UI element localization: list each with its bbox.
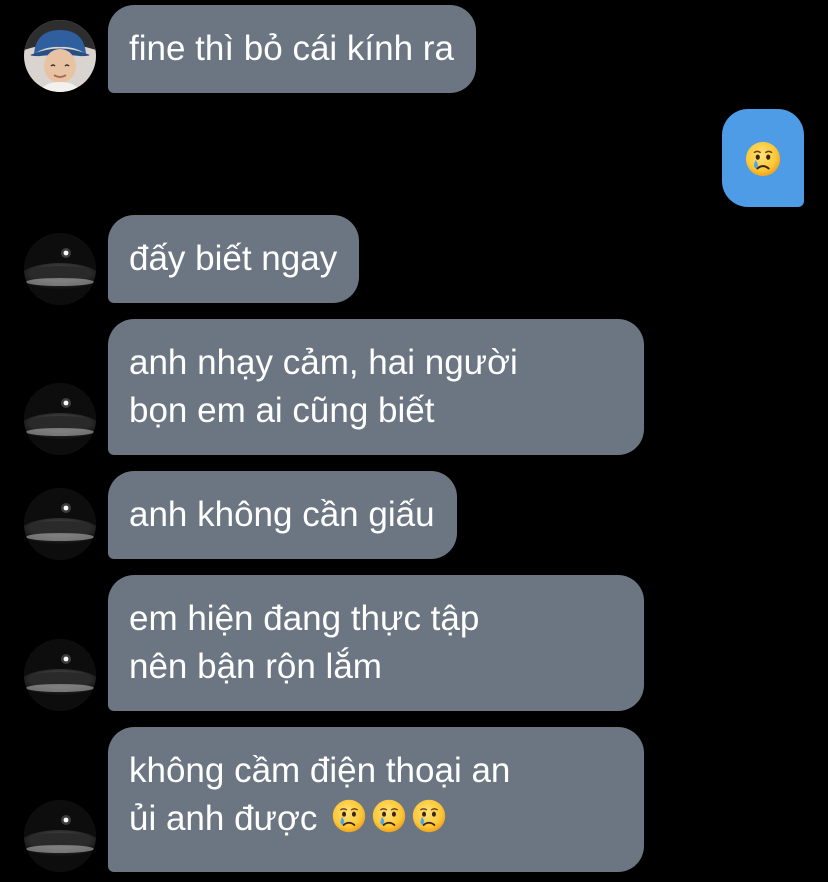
avatar[interactable] [24,233,96,305]
crying-face-icon [411,798,447,834]
message-text-line: anh nhạy cảm, hai người [129,343,518,382]
outgoing-message-bubble[interactable] [722,109,804,207]
message-bubble[interactable]: không cầm điện thoại an ủi anh được [108,727,644,872]
dark-avatar-icon [24,800,96,872]
avatar[interactable] [24,800,96,872]
message-text: anh không cần giấu [129,495,435,534]
message-bubble[interactable]: anh không cần giấu [108,471,457,559]
dark-avatar-icon [24,488,96,560]
crying-face-icon [371,798,407,834]
profile-photo-icon [24,20,96,92]
message-text: đấy biết ngay [129,239,338,278]
avatar[interactable] [24,639,96,711]
message-text-line: bọn em ai cũng biết [129,391,435,430]
message-bubble[interactable]: fine thì bỏ cái kính ra [108,5,476,93]
message-bubble[interactable]: anh nhạy cảm, hai người bọn em ai cũng b… [108,319,644,455]
message-bubble[interactable]: em hiện đang thực tập nên bận rộn lắm [108,575,644,711]
message-bubble[interactable]: đấy biết ngay [108,215,360,303]
message-text-line: ủi anh được [129,795,622,843]
avatar[interactable] [24,488,96,560]
dark-avatar-icon [24,383,96,455]
crying-face-icon [331,798,367,834]
message-text: ủi anh được [129,799,318,838]
crying-face-icon [744,140,782,178]
message-text-line: em hiện đang thực tập [129,599,480,638]
message-text: fine thì bỏ cái kính ra [129,29,454,68]
message-text-line: không cầm điện thoại an [129,751,511,790]
message-text-line: nên bận rộn lắm [129,647,382,686]
dark-avatar-icon [24,639,96,711]
dark-avatar-icon [24,233,96,305]
avatar[interactable] [24,20,96,92]
avatar[interactable] [24,383,96,455]
